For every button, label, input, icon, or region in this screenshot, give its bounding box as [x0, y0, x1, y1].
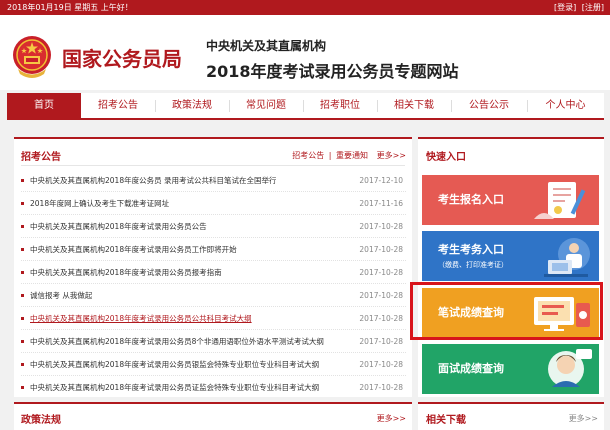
nav-announcements[interactable]: 公告公示: [451, 93, 527, 118]
nav-faq[interactable]: 常见问题: [229, 93, 303, 118]
news-title[interactable]: 2018年度网上确认及考生下载准考证网址: [30, 192, 169, 215]
site-subtitle: 中央机关及其直属机构: [206, 39, 327, 53]
news-item[interactable]: 中央机关及其直属机构2018年度考试录用公务员8个非通用语职位外语水平测试考试大…: [21, 330, 406, 353]
main-nav: 首页 招考公告 政策法规 常见问题 招考职位 相关下载 公告公示 个人中心: [7, 93, 604, 120]
date-greeting: 2018年01月19日 星期五 上午好！: [7, 3, 133, 12]
interview-score-query-button[interactable]: 面试成绩查询: [422, 344, 599, 394]
site-header: 国家公务员局 中央机关及其直属机构 2018年度考试录用公务员专题网站: [0, 15, 610, 90]
tab-recruitment-notices[interactable]: 招考公告: [292, 151, 324, 160]
news-date: 2017-10-28: [359, 291, 403, 300]
news-item[interactable]: 中央机关及其直属机构2018年度考试录用公务员银监会特殊专业职位专业科目考试大纲…: [21, 353, 406, 376]
highlight-box: [410, 282, 603, 340]
news-title[interactable]: 中央机关及其直属机构2018年度考试录用公务员公告: [30, 215, 207, 238]
notices-tabs: 招考公告 | 重要通知 更多>>: [290, 150, 406, 161]
downloads-panel: 相关下载 更多>>: [418, 402, 604, 430]
notices-more-link[interactable]: 更多>>: [377, 151, 406, 160]
nav-downloads[interactable]: 相关下载: [377, 93, 451, 118]
news-date: 2017-10-28: [359, 222, 403, 231]
policy-panel: 政策法规 更多>>: [14, 402, 412, 430]
bullet-icon: [21, 271, 24, 274]
bullet-icon: [21, 340, 24, 343]
nav-policy[interactable]: 政策法规: [155, 93, 229, 118]
news-date: 2017-11-16: [359, 199, 403, 208]
news-date: 2017-10-28: [359, 383, 403, 392]
nav-home[interactable]: 首页: [7, 93, 81, 118]
site-title: 2018年度考试录用公务员专题网站: [206, 62, 459, 81]
news-item[interactable]: 中央机关及其直属机构2018年度公务员 录用考试公共科目笔试在全国举行 2017-…: [21, 169, 406, 192]
bullet-icon: [21, 202, 24, 205]
news-date: 2017-10-28: [359, 314, 403, 323]
news-title[interactable]: 中央机关及其直属机构2018年度考试录用公务员证监会特殊专业职位专业科目考试大纲: [30, 376, 319, 399]
interview-score-query-label: 面试成绩查询: [438, 362, 504, 375]
bureau-name: 国家公务员局: [62, 47, 182, 71]
exam-affairs-entry-label: 考生考务入口: [438, 243, 504, 256]
news-date: 2017-10-28: [359, 245, 403, 254]
bullet-icon: [21, 317, 24, 320]
registration-entry-label: 考生报名入口: [438, 193, 504, 206]
exam-affairs-illustration-icon: [544, 238, 590, 277]
news-date: 2017-10-28: [359, 337, 403, 346]
login-link[interactable]: [登录]: [554, 3, 576, 12]
notices-title: 招考公告: [21, 152, 61, 163]
news-item[interactable]: 诚信报考 从我做起 2017-10-28: [21, 284, 406, 307]
bullet-icon: [21, 179, 24, 182]
top-bar: 2018年01月19日 星期五 上午好！ [登录] [注册]: [0, 0, 610, 15]
quick-entry-title: 快速入口: [426, 152, 466, 163]
nav-recruitment-notices[interactable]: 招考公告: [81, 93, 155, 118]
bullet-icon: [21, 386, 24, 389]
bullet-icon: [21, 363, 24, 366]
news-date: 2017-12-10: [359, 176, 403, 185]
news-item[interactable]: 中央机关及其直属机构2018年度考试录用公务员报考指南 2017-10-28: [21, 261, 406, 284]
bullet-icon: [21, 294, 24, 297]
bullet-icon: [21, 225, 24, 228]
news-title[interactable]: 中央机关及其直属机构2018年度考试录用公务员公共科目考试大纲: [30, 307, 252, 330]
news-item[interactable]: 中央机关及其直属机构2018年度考试录用公务员工作即将开始 2017-10-28: [21, 238, 406, 261]
downloads-title: 相关下载: [426, 415, 466, 426]
news-date: 2017-10-28: [359, 268, 403, 277]
downloads-more-link[interactable]: 更多>>: [569, 413, 598, 424]
news-title[interactable]: 中央机关及其直属机构2018年度考试录用公务员8个非通用语职位外语水平测试考试大…: [30, 330, 324, 353]
bullet-icon: [21, 248, 24, 251]
registration-entry-button[interactable]: 考生报名入口: [422, 175, 599, 225]
news-item[interactable]: 中央机关及其直属机构2018年度考试录用公务员公共科目考试大纲 2017-10-2…: [21, 307, 406, 330]
news-title[interactable]: 中央机关及其直属机构2018年度考试录用公务员工作即将开始: [30, 238, 237, 261]
news-title[interactable]: 中央机关及其直属机构2018年度考试录用公务员银监会特殊专业职位专业科目考试大纲: [30, 353, 319, 376]
panel-divider: [21, 165, 405, 166]
exam-affairs-entry-button[interactable]: 考生考务入口 （缴费、打印准考证）: [422, 231, 599, 281]
policy-title: 政策法规: [21, 415, 61, 426]
national-emblem-icon: [13, 36, 51, 78]
registration-illustration-icon: [534, 182, 586, 219]
account-links: [登录] [注册]: [551, 0, 604, 15]
interview-illustration-icon: [548, 349, 592, 387]
news-date: 2017-10-28: [359, 360, 403, 369]
news-title[interactable]: 中央机关及其直属机构2018年度公务员 录用考试公共科目笔试在全国举行: [30, 169, 276, 192]
tab-important-notices[interactable]: 重要通知: [336, 151, 368, 160]
quick-entry-panel: 快速入口 考生报名入口 考生考务入口 （缴费、打印准考证） 笔试成绩查询 面试成…: [418, 137, 604, 397]
policy-more-link[interactable]: 更多>>: [377, 413, 406, 424]
news-item[interactable]: 中央机关及其直属机构2018年度考试录用公务员公告 2017-10-28: [21, 215, 406, 238]
tab-separator: |: [328, 151, 332, 160]
news-item[interactable]: 2018年度网上确认及考生下载准考证网址 2017-11-16: [21, 192, 406, 215]
news-title[interactable]: 中央机关及其直属机构2018年度考试录用公务员报考指南: [30, 261, 222, 284]
nav-positions[interactable]: 招考职位: [303, 93, 377, 118]
nav-personal-center[interactable]: 个人中心: [527, 93, 604, 118]
register-link[interactable]: [注册]: [582, 3, 604, 12]
exam-affairs-entry-sublabel: （缴费、打印准考证）: [438, 261, 508, 269]
notices-panel: 招考公告 招考公告 | 重要通知 更多>> 中央机关及其直属机构2018年度公务…: [14, 137, 412, 397]
news-title[interactable]: 诚信报考 从我做起: [30, 284, 92, 307]
news-item[interactable]: 中央机关及其直属机构2018年度考试录用公务员证监会特殊专业职位专业科目考试大纲…: [21, 376, 406, 399]
